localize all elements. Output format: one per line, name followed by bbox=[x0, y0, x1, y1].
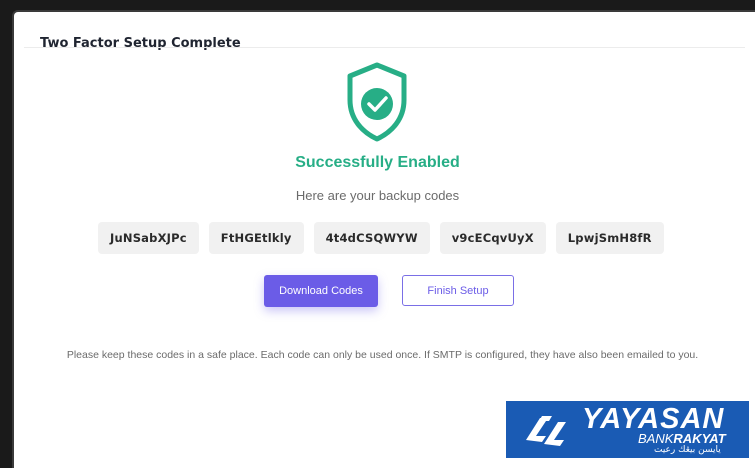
success-title: Successfully Enabled bbox=[295, 154, 460, 171]
backup-code: FtHGEtlkly bbox=[208, 222, 304, 254]
title-divider bbox=[24, 47, 745, 48]
yayasan-logo-mark-icon bbox=[526, 416, 566, 446]
yayasan-bank-rakyat-logo: YAYASAN BANKRAKYAT يايسن بيڠك رعيت bbox=[506, 401, 749, 458]
backup-code: LpwjSmH8fR bbox=[555, 222, 664, 254]
backup-codes-list: JuNSabXJPc FtHGEtlkly 4t4dCSQWYW v9cECqv… bbox=[98, 222, 664, 254]
logo-jawi-text: يايسن بيڠك رعيت bbox=[654, 445, 721, 455]
backup-code: JuNSabXJPc bbox=[98, 222, 199, 254]
logo-subtitle: BANKRAKYAT bbox=[638, 432, 726, 446]
logo-sub-bold: RAKYAT bbox=[673, 431, 726, 446]
backup-codes-notice: Please keep these codes in a safe place.… bbox=[66, 349, 699, 361]
backup-code: v9cECqvUyX bbox=[439, 222, 546, 254]
backup-codes-subtitle: Here are your backup codes bbox=[295, 188, 460, 203]
download-codes-button[interactable]: Download Codes bbox=[264, 275, 378, 307]
logo-sub-prefix: BANK bbox=[638, 431, 674, 446]
shield-check-icon bbox=[347, 62, 407, 142]
finish-setup-button[interactable]: Finish Setup bbox=[402, 275, 514, 306]
backup-code: 4t4dCSQWYW bbox=[313, 222, 430, 254]
card-title: Two Factor Setup Complete bbox=[40, 36, 241, 51]
